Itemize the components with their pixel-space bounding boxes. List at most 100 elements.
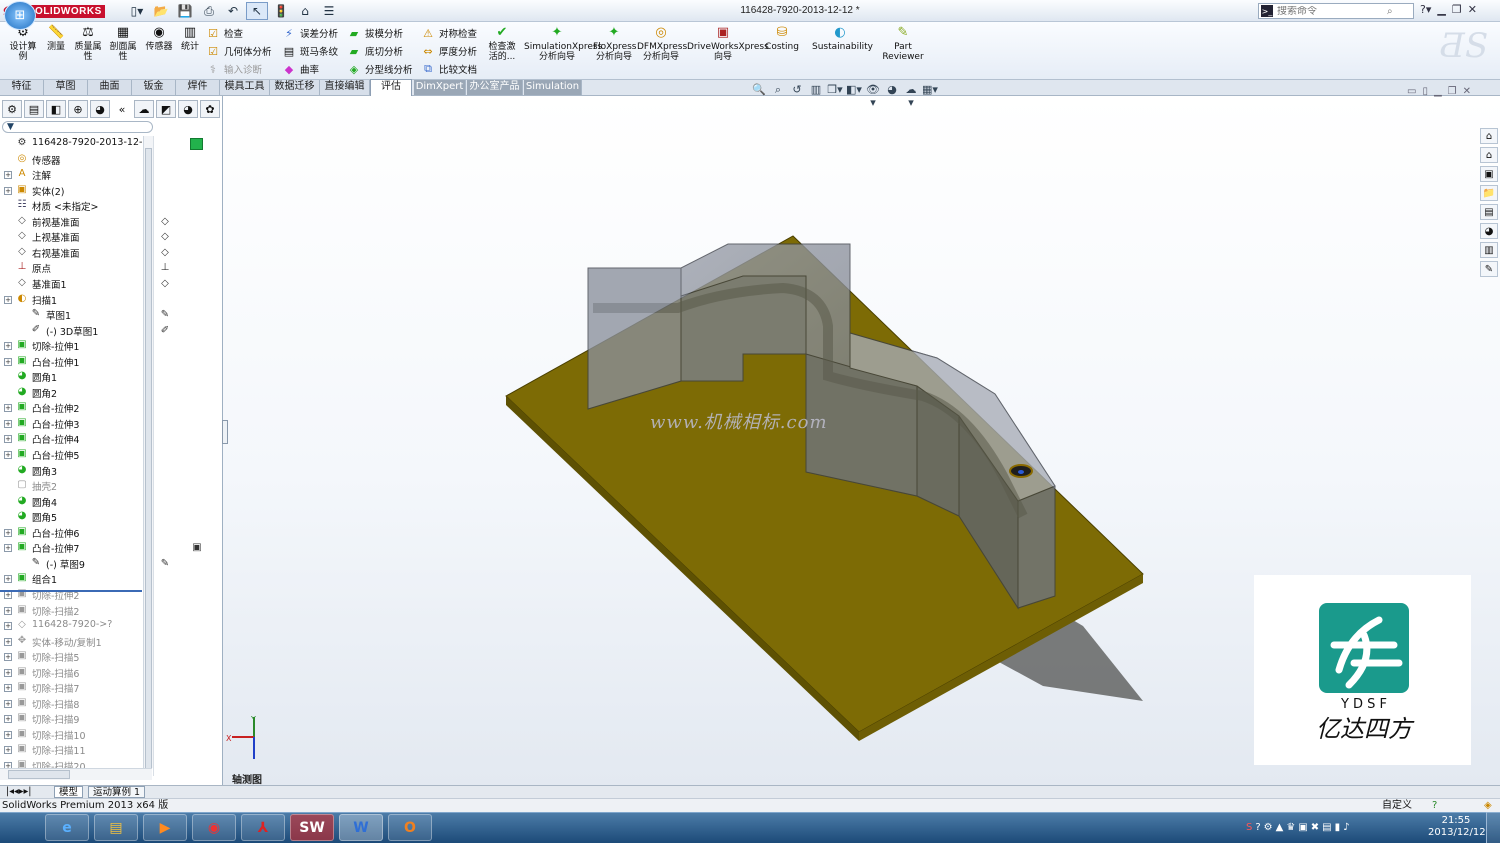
tree-item[interactable]: ⚙ 116428-7920-2013-12-12 ( — [0, 136, 152, 151]
tree-item[interactable]: ☷ 材质 <未指定> — [0, 198, 152, 213]
print-icon[interactable]: ⎙ — [198, 2, 220, 20]
expand-toggle-icon[interactable]: + — [4, 684, 12, 693]
measure-button[interactable]: 📏 测量 — [42, 26, 70, 53]
minimize-doc-icon[interactable]: ▁ — [1434, 86, 1442, 97]
view-palette-icon[interactable]: ▤ — [1480, 204, 1498, 220]
expand-toggle-icon[interactable]: + — [4, 637, 12, 646]
configuration-manager-tab-icon[interactable]: ◧ — [46, 100, 66, 118]
select-pointer-icon[interactable]: ↖ — [246, 2, 268, 20]
expand-toggle-icon[interactable]: + — [4, 342, 12, 351]
display-style-icon[interactable]: ◧▾ — [846, 83, 862, 109]
open-folder-icon[interactable]: 📂 — [150, 2, 172, 20]
new-document-icon[interactable]: ▯▾ — [126, 2, 148, 20]
driveworksxpress-button[interactable]: ▣ DriveWorksXpress向导 — [687, 26, 769, 63]
expand-toggle-icon[interactable]: + — [4, 746, 12, 755]
tree-item[interactable]: + ▣ 凸台-拉伸2 — [0, 400, 152, 415]
apply-scene-icon[interactable]: ☁▾ — [903, 83, 919, 109]
tree-item[interactable]: ◇ 前视基准面 — [0, 214, 152, 229]
help-status-icon[interactable]: ? — [1432, 799, 1437, 812]
dimxpert-manager-tab-icon[interactable]: ⊕ — [68, 100, 88, 118]
options-icon[interactable]: ☰ — [318, 2, 340, 20]
tree-item[interactable]: + ▣ 组合1 — [0, 571, 152, 586]
tree-item[interactable]: ◕ 圆角3 — [0, 463, 152, 478]
expand-toggle-icon[interactable]: + — [4, 404, 12, 413]
tree-item[interactable]: + ▣ 凸台-拉伸4 — [0, 431, 152, 446]
dfmxpress-button[interactable]: ◎ DFMXpress分析向导 — [637, 26, 687, 63]
search-input[interactable] — [1277, 5, 1387, 17]
collapse-arrow-icon[interactable]: « — [112, 100, 132, 118]
parting-line-analysis-button[interactable]: ◈ 分型线分析 — [347, 61, 413, 77]
volume-icon[interactable]: ♪ — [1343, 822, 1349, 833]
tab-features[interactable]: 特征 — [0, 80, 44, 95]
file-properties-icon[interactable]: ⌂ — [294, 2, 316, 20]
network-tray-icon[interactable]: ⚙ — [1264, 822, 1273, 833]
close-icon[interactable]: ✕ — [1468, 3, 1477, 16]
tab-mold-tools[interactable]: 模具工具 — [220, 80, 270, 95]
tree-item[interactable]: ◕ 圆角5 — [0, 509, 152, 524]
tree-item[interactable]: + ▣ 凸台-拉伸7 — [0, 540, 152, 555]
split-icon[interactable]: ▯ — [1422, 86, 1428, 97]
tab-weldments[interactable]: 焊件 — [176, 80, 220, 95]
scrollbar-thumb[interactable] — [145, 148, 152, 778]
file-explorer-icon[interactable]: 📁 — [1480, 185, 1498, 201]
expand-toggle-icon[interactable]: + — [4, 699, 12, 708]
tree-item[interactable]: + ▣ 切除-扫描6 — [0, 665, 152, 680]
appearances-icon[interactable]: ◕ — [1480, 223, 1498, 239]
tab-navigation-arrows-icon[interactable]: |◂◂▸▸| — [2, 786, 50, 798]
taskbar-explorer[interactable]: ▤ — [94, 814, 138, 841]
expand-toggle-icon[interactable]: + — [4, 419, 12, 428]
simulationxpress-button[interactable]: ✦ SimulationXpress分析向导 — [524, 26, 602, 63]
costing-button[interactable]: ⛁ Costing — [762, 26, 802, 53]
expand-toggle-icon[interactable]: + — [4, 544, 12, 553]
tab-office-products[interactable]: 办公室产品 — [467, 80, 523, 95]
tree-item[interactable]: + A 注解 — [0, 167, 152, 182]
expand-toggle-icon[interactable]: + — [4, 435, 12, 444]
rollback-bar[interactable] — [0, 590, 142, 592]
zoom-to-area-icon[interactable]: ⌕ — [770, 83, 786, 109]
hide-show-items-icon[interactable]: 👁▾ — [865, 83, 881, 109]
expand-toggle-icon[interactable]: + — [4, 606, 12, 615]
tree-item[interactable]: + ◐ 扫描1 — [0, 292, 152, 307]
tree-filter-field[interactable]: ▼ — [2, 121, 153, 133]
restore-doc-icon[interactable]: ❐ — [1448, 86, 1457, 97]
compare-documents-button[interactable]: ⧉ 比较文档 — [421, 61, 477, 77]
panel-splitter-handle[interactable] — [222, 420, 228, 444]
tree-item[interactable]: ◎ 传感器 — [0, 152, 152, 167]
check-button[interactable]: ☑ 检查 — [206, 25, 243, 41]
taskbar-outlook[interactable]: O — [388, 814, 432, 841]
undercut-analysis-button[interactable]: ▰ 底切分析 — [347, 43, 403, 59]
tree-item[interactable]: ◕ 圆角4 — [0, 494, 152, 509]
design-library-icon[interactable]: ⌂ — [1480, 147, 1498, 163]
expand-toggle-icon[interactable]: + — [4, 295, 12, 304]
view-orientation-icon[interactable]: ❒▾ — [827, 83, 843, 109]
tree-item[interactable]: + ▣ 凸台-拉伸5 — [0, 447, 152, 462]
tree-item[interactable]: + ▣ 切除-扫描5 — [0, 649, 152, 664]
expand-toggle-icon[interactable]: + — [4, 668, 12, 677]
tree-item[interactable]: ✐ (-) 3D草图1 — [0, 323, 152, 338]
statistics-button[interactable]: ▥ 统计 — [177, 26, 203, 53]
tab-model[interactable]: 模型 — [54, 786, 84, 798]
undo-icon[interactable]: ↶ — [222, 2, 244, 20]
tab-sheet-metal[interactable]: 钣金 — [132, 80, 176, 95]
expand-toggle-icon[interactable]: + — [4, 622, 12, 631]
floxpress-button[interactable]: ✦ FloXpress分析向导 — [593, 26, 636, 63]
save-icon[interactable]: 💾 — [174, 2, 196, 20]
tray-app2-icon[interactable]: ▣ — [1298, 822, 1307, 833]
custom-properties-icon[interactable]: ▥ — [1480, 242, 1498, 258]
scene-icon[interactable]: ☁ — [134, 100, 154, 118]
solidworks-resources-icon[interactable]: ⌂ — [1480, 128, 1498, 144]
section-properties-button[interactable]: ▦ 剖面属性 — [106, 26, 140, 63]
signal-icon[interactable]: ▮ — [1335, 822, 1341, 833]
tab-dimxpert[interactable]: DimXpert — [414, 80, 466, 95]
show-desktop-button[interactable] — [1486, 812, 1500, 843]
tree-item[interactable]: + ▣ 切除-扫描10 — [0, 727, 152, 742]
tab-surfaces[interactable]: 曲面 — [88, 80, 132, 95]
tree-vertical-scrollbar[interactable] — [143, 136, 153, 778]
tree-item[interactable]: ⊥ 原点 — [0, 260, 152, 275]
tree-item[interactable]: + ▣ 实体(2) — [0, 183, 152, 198]
tree-item[interactable]: ◕ 圆角1 — [0, 369, 152, 384]
symmetry-check-button[interactable]: ⚠ 对称检查 — [421, 25, 477, 41]
tree-item[interactable]: + ✥ 实体-移动/复制1 — [0, 634, 152, 649]
zebra-stripes-button[interactable]: ▤ 斑马条纹 — [282, 43, 338, 59]
curvature-button[interactable]: ◆ 曲率 — [282, 61, 319, 77]
